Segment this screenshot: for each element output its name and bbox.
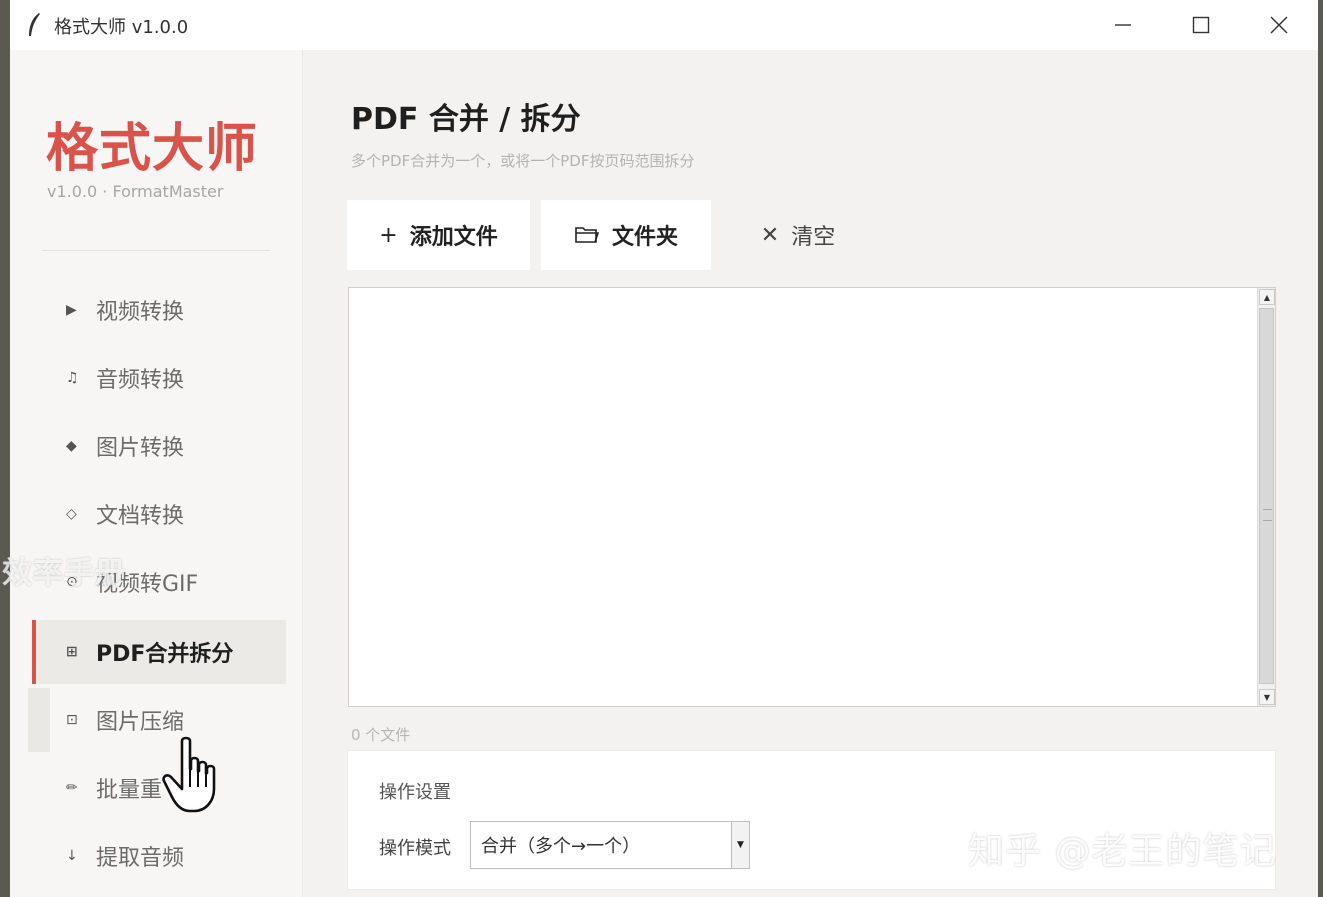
close-button[interactable] xyxy=(1240,0,1318,50)
mode-label: 操作模式 xyxy=(379,838,451,859)
title-bar: 格式大师 v1.0.0 xyxy=(10,0,1318,50)
main-panel: PDF 合并 / 拆分 多个PDF合并为一个，或将一个PDF按页码范围拆分 + … xyxy=(303,50,1318,897)
scroll-up-arrow-icon[interactable]: ▲ xyxy=(1259,289,1275,305)
add-file-label: 添加文件 xyxy=(409,225,498,250)
scroll-down-arrow-icon[interactable]: ▼ xyxy=(1259,689,1275,705)
sidebar-item-doc-convert[interactable]: ◇ 文档转换 xyxy=(32,482,286,546)
sidebar-item-audio-convert[interactable]: ♫ 音频转换 xyxy=(32,346,286,410)
arrow-down-icon: ↓ xyxy=(66,848,78,864)
square-dot-icon: ⊡ xyxy=(66,712,78,728)
minimize-button[interactable] xyxy=(1084,0,1162,50)
clear-label: 清空 xyxy=(791,225,836,250)
maximize-icon xyxy=(1192,16,1210,34)
close-icon xyxy=(1270,16,1288,34)
sidebar-divider xyxy=(42,250,270,251)
brand-logo-text: 格式大师 xyxy=(46,119,259,179)
folder-label: 文件夹 xyxy=(611,225,678,250)
page-subtitle: 多个PDF合并为一个，或将一个PDF按页码范围拆分 xyxy=(351,152,695,170)
sidebar-item-image-convert[interactable]: ◆ 图片转换 xyxy=(32,414,286,478)
file-list-scrollbar[interactable]: ▲ ▼ xyxy=(1257,288,1275,706)
scroll-grip-icon xyxy=(1263,509,1272,521)
file-count: 0 个文件 xyxy=(351,726,411,744)
version-label: v1.0.0 · FormatMaster xyxy=(47,182,224,201)
music-note-icon: ♫ xyxy=(66,370,79,386)
grid-icon: ⊞ xyxy=(66,644,78,660)
sidebar-item-extract-audio[interactable]: ↓ 提取音频 xyxy=(32,824,286,888)
sidebar-item-batch-rename[interactable]: ✏ 批量重 xyxy=(32,756,286,820)
mode-select[interactable]: 合并（多个→一个） ▼ xyxy=(470,821,750,869)
diamond-outline-icon: ◇ xyxy=(66,506,77,522)
sidebar-item-video-convert[interactable]: ▶ 视频转换 xyxy=(32,278,286,342)
sidebar-item-image-compress[interactable]: ⊡ 图片压缩 xyxy=(32,688,286,752)
maximize-button[interactable] xyxy=(1162,0,1240,50)
plus-icon: + xyxy=(379,222,398,248)
minimize-icon xyxy=(1115,24,1131,26)
sidebar-item-pdf-merge-split[interactable]: ⊞ PDF合并拆分 xyxy=(32,620,286,684)
dropdown-arrow-icon[interactable]: ▼ xyxy=(731,822,749,868)
sidebar-item-label: 批量重 xyxy=(96,778,163,803)
file-list[interactable]: ▲ ▼ xyxy=(348,287,1276,707)
window-title: 格式大师 v1.0.0 xyxy=(54,17,189,38)
watermark-right: 知乎 @老王的笔记 xyxy=(968,831,1277,872)
sidebar-item-label: 提取音频 xyxy=(96,846,185,871)
add-file-button[interactable]: + 添加文件 xyxy=(347,200,530,270)
hand-cursor-icon xyxy=(162,736,216,813)
sidebar-item-label: 音频转换 xyxy=(96,368,185,393)
sidebar-item-label: 图片压缩 xyxy=(96,710,185,735)
watermark-left: 效率手册 xyxy=(2,556,126,591)
add-folder-button[interactable]: 文件夹 xyxy=(541,200,711,270)
sidebar-item-label: 文档转换 xyxy=(96,504,185,529)
mode-select-value: 合并（多个→一个） xyxy=(481,836,641,857)
page-title: PDF 合并 / 拆分 xyxy=(351,102,581,137)
sidebar-item-label: PDF合并拆分 xyxy=(96,642,234,667)
settings-title: 操作设置 xyxy=(379,782,451,803)
folder-icon xyxy=(575,227,600,243)
pencil-icon: ✏ xyxy=(66,780,78,796)
sidebar-item-label: 图片转换 xyxy=(96,436,185,461)
feather-icon xyxy=(29,13,40,36)
play-icon: ▶ xyxy=(66,302,77,318)
sidebar: 格式大师 v1.0.0 · FormatMaster ▶ 视频转换 ♫ 音频转换… xyxy=(10,50,303,897)
scroll-thumb[interactable] xyxy=(1259,308,1274,684)
sidebar-item-label: 视频转换 xyxy=(96,300,185,325)
clear-button[interactable]: ✕ 清空 xyxy=(743,200,853,270)
x-icon: ✕ xyxy=(760,222,780,248)
diamond-filled-icon: ◆ xyxy=(66,438,77,454)
